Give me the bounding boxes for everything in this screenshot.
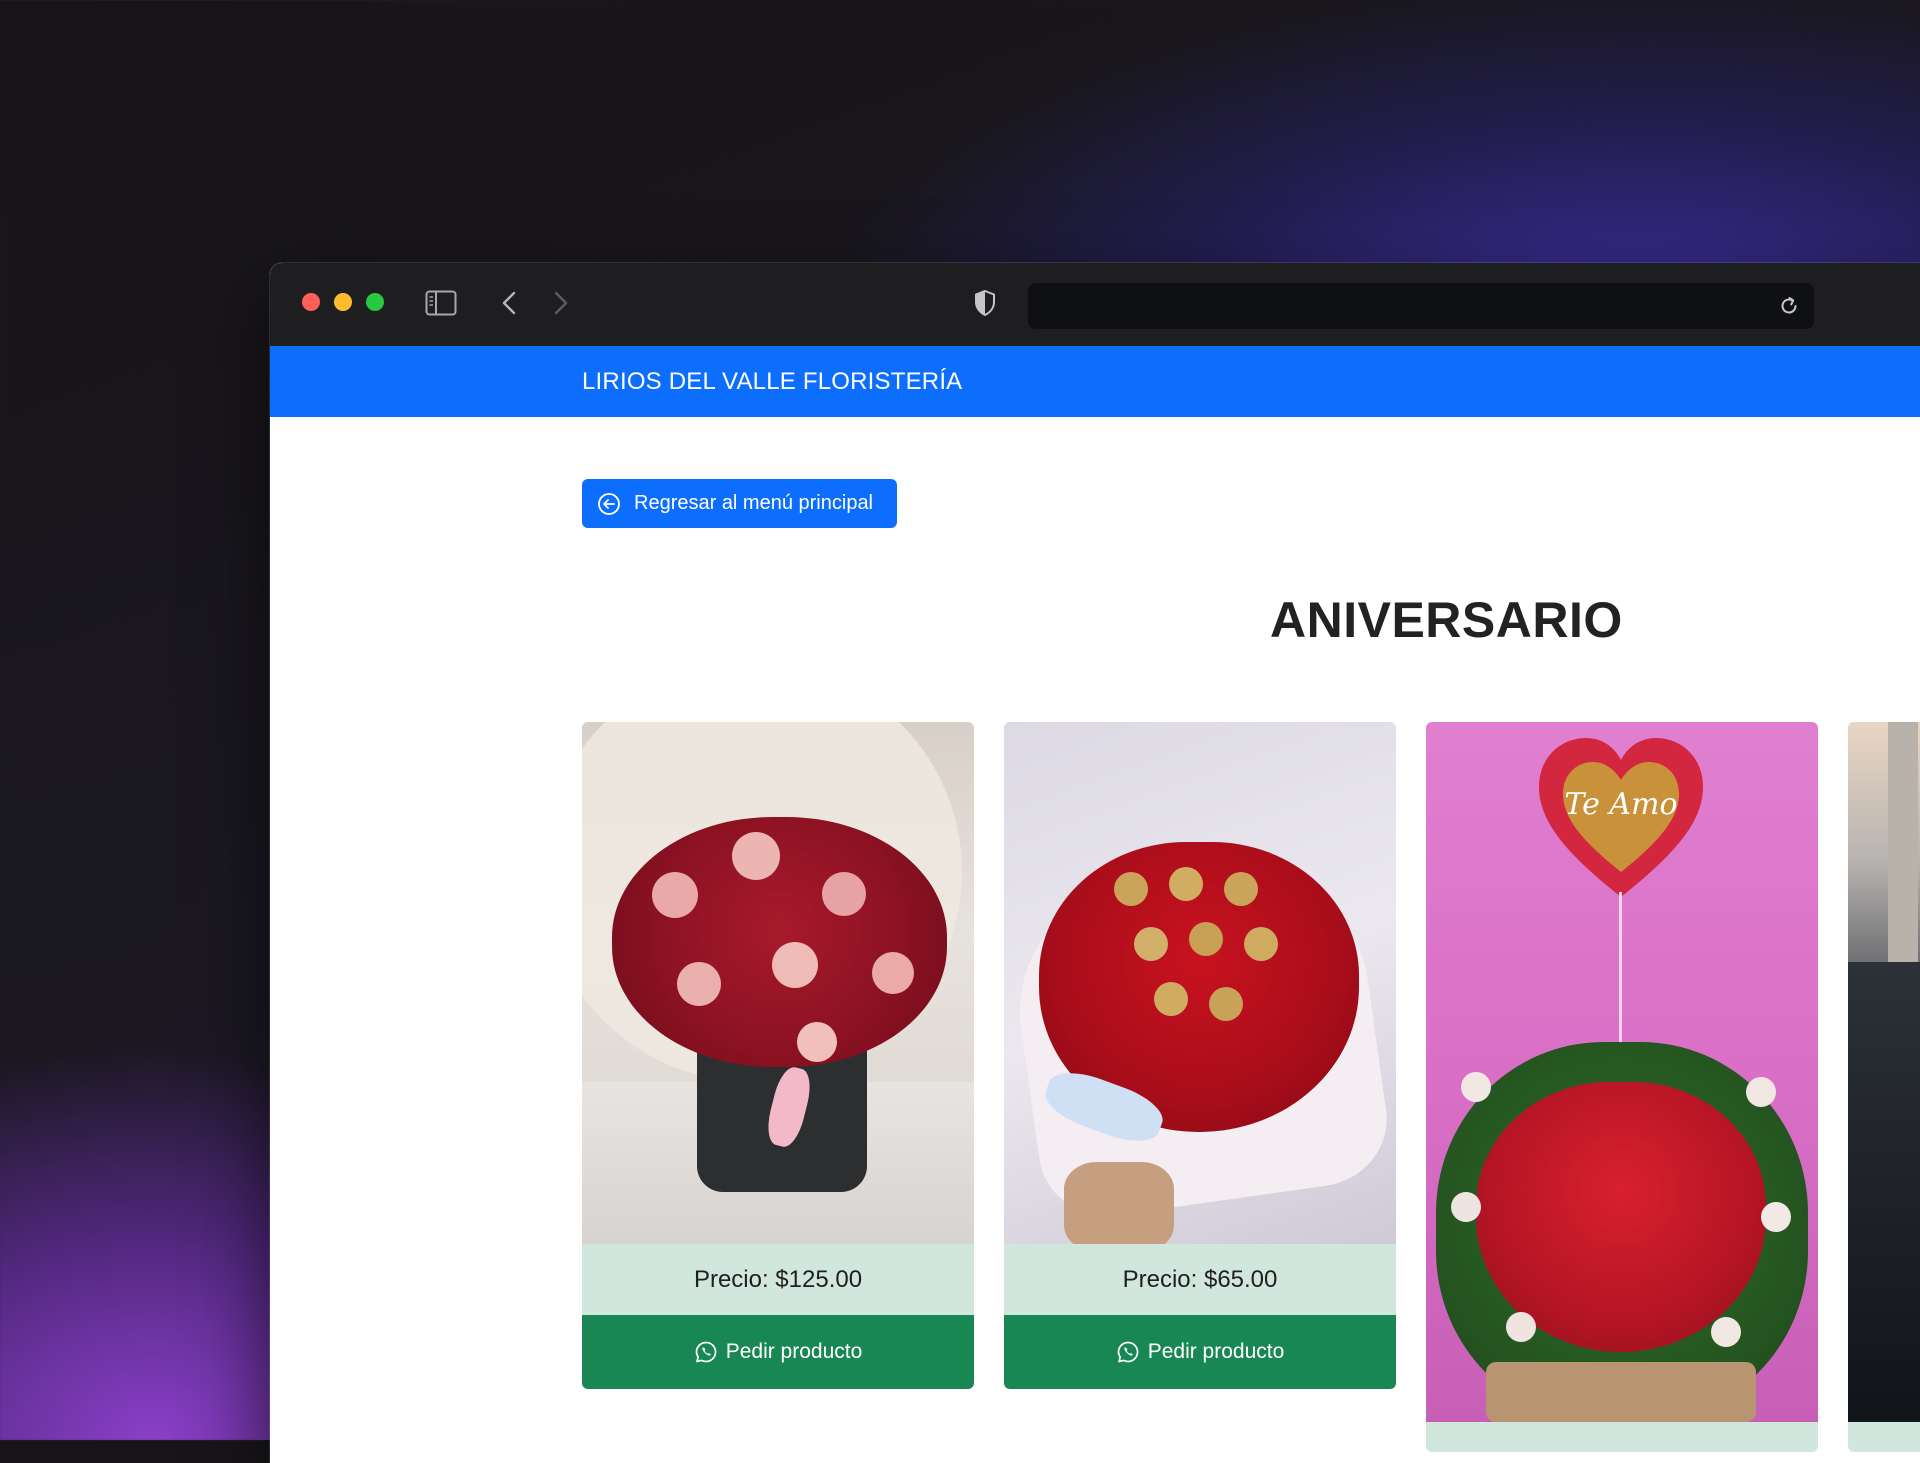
section-title: ANIVERSARIO (1270, 592, 1623, 648)
heart-balloon-icon: Te Amo (1539, 738, 1703, 897)
reload-icon[interactable] (1774, 291, 1804, 321)
balloon-text: Te Amo (1564, 787, 1677, 822)
browser-titlebar (270, 263, 1920, 346)
back-to-menu-label: Regresar al menú principal (634, 492, 874, 514)
sidebar-toggle-icon[interactable] (424, 289, 458, 317)
whatsapp-icon (1116, 1340, 1140, 1364)
order-product-button[interactable]: Pedir producto (582, 1315, 974, 1389)
site-navbar: LIRIOS DEL VALLE FLORISTERÍA (270, 346, 1920, 417)
maximize-window-button[interactable] (366, 293, 384, 311)
product-card (1848, 722, 1920, 1452)
product-image[interactable]: Te Amo (1426, 722, 1818, 1422)
product-price (1848, 1422, 1920, 1452)
minimize-window-button[interactable] (334, 293, 352, 311)
chevron-left-icon[interactable] (494, 287, 524, 319)
order-product-label: Pedir producto (725, 1340, 863, 1363)
back-to-menu-button[interactable]: Regresar al menú principal (582, 479, 897, 528)
product-price: Precio: $65.00 (1004, 1244, 1396, 1315)
site-brand[interactable]: LIRIOS DEL VALLE FLORISTERÍA (582, 368, 962, 396)
product-price: Precio: $125.00 (582, 1244, 974, 1315)
product-card: Te Amo (1426, 722, 1818, 1452)
order-product-label: Pedir producto (1147, 1340, 1285, 1363)
close-window-button[interactable] (302, 293, 320, 311)
product-price (1426, 1422, 1818, 1452)
product-image[interactable] (582, 722, 974, 1244)
product-image[interactable] (1848, 722, 1920, 1422)
address-bar[interactable] (1028, 283, 1814, 329)
product-card: Precio: $125.00 Pedir producto (582, 722, 974, 1389)
product-card: Precio: $65.00 Pedir producto (1004, 722, 1396, 1389)
product-image[interactable] (1004, 722, 1396, 1244)
shield-icon[interactable] (970, 287, 1000, 319)
browser-window: LIRIOS DEL VALLE FLORISTERÍA Regresar al… (270, 263, 1920, 1463)
chevron-right-icon[interactable] (546, 287, 576, 319)
whatsapp-icon (694, 1340, 718, 1364)
arrow-left-circle-icon (597, 492, 621, 516)
order-product-button[interactable]: Pedir producto (1004, 1315, 1396, 1389)
